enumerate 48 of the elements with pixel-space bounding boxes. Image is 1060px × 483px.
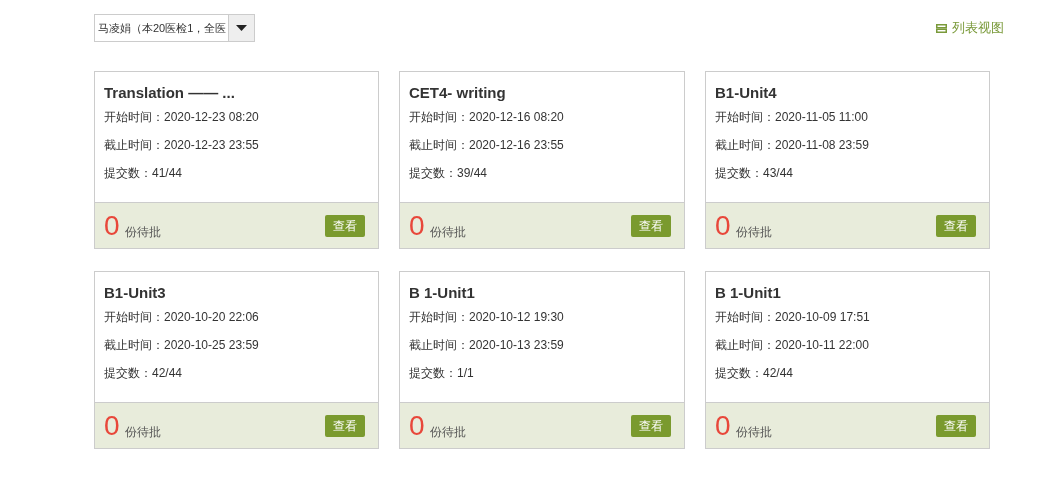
pending-label: 份待批 — [735, 423, 772, 440]
select-value: 马凌娟（本20医检1，全医 — [97, 21, 228, 36]
card-title: B 1-Unit1 — [715, 283, 782, 303]
pending-label: 份待批 — [429, 223, 466, 240]
end-time: 截止时间：2020-10-13 23:59 — [409, 337, 565, 353]
start-time: 开始时间：2020-10-20 22:06 — [104, 309, 260, 325]
submission-count: 提交数：43/44 — [715, 165, 795, 181]
submission-count: 提交数：1/1 — [409, 365, 475, 381]
start-time: 开始时间：2020-12-23 08:20 — [104, 109, 260, 125]
view-button[interactable]: 查看 — [936, 214, 976, 237]
pending-count: 0 — [409, 411, 425, 440]
start-time: 开始时间：2020-10-12 19:30 — [409, 309, 565, 325]
pending-count: 0 — [104, 411, 120, 440]
pending-count: 0 — [409, 211, 425, 240]
card-title: B 1-Unit1 — [409, 283, 476, 303]
end-time: 截止时间：2020-10-11 22:00 — [715, 337, 870, 353]
pending-label: 份待批 — [735, 223, 772, 240]
pending-count: 0 — [715, 211, 731, 240]
class-select[interactable]: 马凌娟（本20医检1，全医 — [94, 14, 256, 42]
end-time: 截止时间：2020-11-08 23:59 — [715, 137, 870, 153]
card-title: B1-Unit3 — [104, 283, 167, 303]
submission-count: 提交数：41/44 — [104, 165, 184, 181]
view-button[interactable]: 查看 — [325, 414, 365, 437]
view-button[interactable]: 查看 — [936, 414, 976, 437]
submission-count: 提交数：39/44 — [409, 165, 489, 181]
view-button[interactable]: 查看 — [631, 414, 671, 437]
view-button[interactable]: 查看 — [325, 214, 365, 237]
pending-count: 0 — [104, 211, 120, 240]
pending-label: 份待批 — [429, 423, 466, 440]
submission-count: 提交数：42/44 — [715, 365, 795, 381]
pending-count: 0 — [715, 411, 731, 440]
pending-label: 份待批 — [124, 423, 161, 440]
end-time: 截止时间：2020-12-16 23:55 — [409, 137, 565, 153]
list-view-link[interactable]: 列表视图 — [936, 18, 1004, 38]
submission-count: 提交数：42/44 — [104, 365, 184, 381]
caret-icon — [236, 25, 248, 31]
view-button[interactable]: 查看 — [631, 214, 671, 237]
card-title: CET4- writing — [409, 83, 507, 103]
end-time: 截止时间：2020-10-25 23:59 — [104, 337, 260, 353]
start-time: 开始时间：2020-12-16 08:20 — [409, 109, 565, 125]
dropdown-button[interactable] — [228, 15, 255, 41]
start-time: 开始时间：2020-10-09 17:51 — [715, 309, 871, 325]
end-time: 截止时间：2020-12-23 23:55 — [104, 137, 260, 153]
start-time: 开始时间：2020-11-05 11:00 — [715, 109, 869, 125]
card-title: Translation —— ... — [104, 83, 236, 103]
pending-label: 份待批 — [124, 223, 161, 240]
card-title: B1-Unit4 — [715, 83, 778, 103]
list-icon — [936, 23, 947, 33]
